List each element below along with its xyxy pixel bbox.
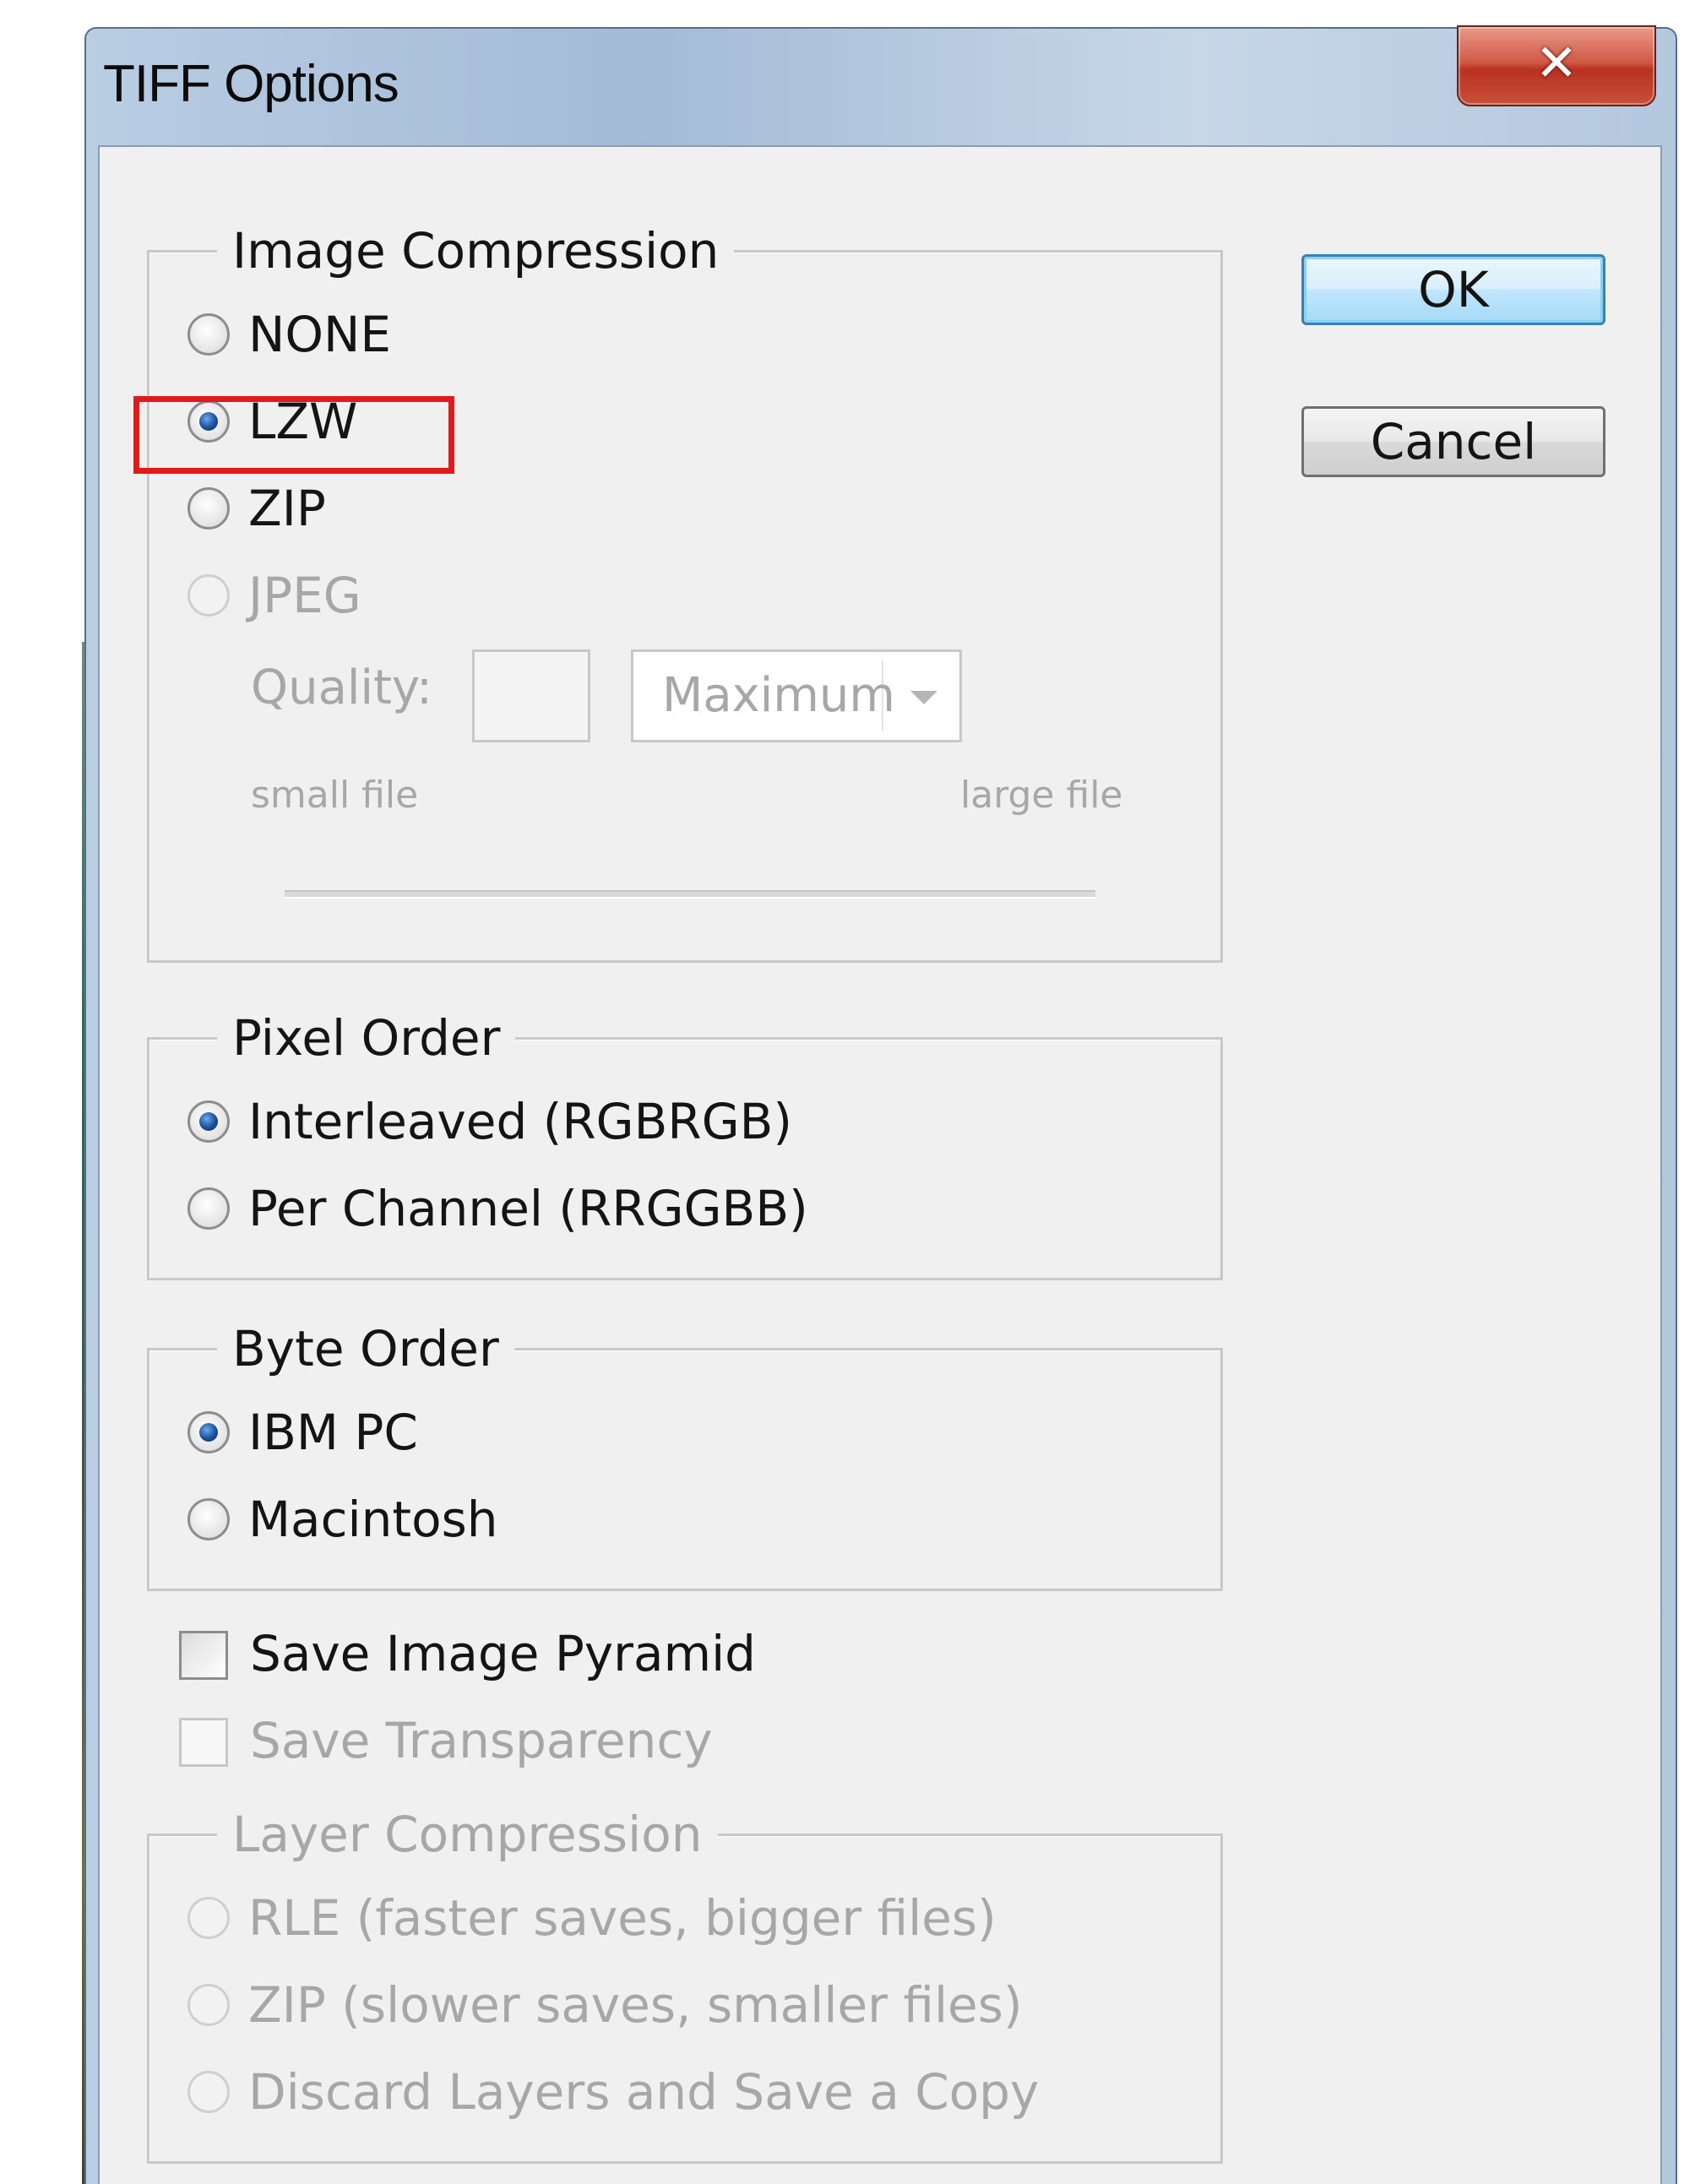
quality-preset-select: Maximum [631,649,962,742]
pixel-order-group: Pixel Order Interleaved (RGBRGB) Per Cha… [147,1011,1223,1280]
quality-slider [285,890,1095,899]
dialog-title: TIFF Options [103,55,399,113]
radio-ibm-pc-indicator [187,1411,230,1453]
radio-none[interactable]: NONE [187,306,391,363]
tiff-options-dialog: TIFF Options ✕ Image Compression NONE LZ… [84,25,1677,2184]
radio-interleaved-indicator [187,1100,230,1143]
close-button[interactable]: ✕ [1457,25,1656,106]
pixel-order-legend: Pixel Order [217,1011,516,1065]
dialog-body: Image Compression NONE LZW ZIP JPEG Qual… [98,145,1662,2184]
radio-none-indicator [187,313,230,356]
radio-zip-label: ZIP [248,480,326,537]
quality-input [472,649,590,742]
radio-per-channel-label: Per Channel (RRGGBB) [248,1180,808,1237]
radio-jpeg: JPEG [187,567,361,624]
radio-jpeg-indicator [187,574,230,617]
quality-preset-value: Maximum [642,660,895,731]
radio-per-channel-indicator [187,1187,230,1230]
radio-discard-layers: Discard Layers and Save a Copy [187,2063,1039,2121]
radio-zip-indicator [187,487,230,530]
close-icon: ✕ [1535,34,1578,93]
quality-label: Quality: [251,660,432,715]
layer-compression-legend: Layer Compression [217,1807,718,1861]
radio-macintosh-label: Macintosh [248,1491,498,1548]
image-compression-legend: Image Compression [217,224,735,278]
radio-macintosh-indicator [187,1498,230,1540]
radio-layer-zip-label: ZIP (slower saves, smaller files) [248,1976,1023,2034]
ok-button[interactable]: OK [1301,254,1605,325]
large-file-label: large file [960,774,1123,817]
save-transparency-checkbox [179,1718,228,1767]
radio-zip[interactable]: ZIP [187,480,326,537]
chevron-down-icon [910,691,937,704]
layer-compression-group: Layer Compression RLE (faster saves, big… [147,1807,1223,2164]
radio-none-label: NONE [248,306,392,363]
radio-interleaved-label: Interleaved (RGBRGB) [248,1093,793,1150]
lzw-highlight-box [133,396,454,474]
byte-order-legend: Byte Order [217,1322,514,1376]
radio-layer-zip-indicator [187,1984,230,2026]
radio-interleaved[interactable]: Interleaved (RGBRGB) [187,1093,792,1150]
radio-ibm-pc-label: IBM PC [248,1404,418,1461]
radio-jpeg-label: JPEG [248,567,361,624]
image-compression-group: Image Compression NONE LZW ZIP JPEG Qual… [147,224,1223,963]
radio-rle-indicator [187,1897,230,1939]
byte-order-group: Byte Order IBM PC Macintosh [147,1322,1223,1591]
radio-layer-zip: ZIP (slower saves, smaller files) [187,1976,1023,2034]
small-file-label: small file [251,774,419,817]
cancel-button[interactable]: Cancel [1301,406,1605,477]
save-transparency-label: Save Transparency [250,1712,713,1769]
radio-per-channel[interactable]: Per Channel (RRGGBB) [187,1180,808,1237]
radio-discard-layers-label: Discard Layers and Save a Copy [248,2063,1040,2121]
radio-rle-label: RLE (faster saves, bigger files) [248,1889,997,1947]
save-image-pyramid-checkbox[interactable] [179,1631,228,1680]
radio-macintosh[interactable]: Macintosh [187,1491,498,1548]
radio-rle: RLE (faster saves, bigger files) [187,1889,997,1947]
save-image-pyramid-label: Save Image Pyramid [250,1625,757,1682]
radio-discard-layers-indicator [187,2071,230,2113]
radio-ibm-pc[interactable]: IBM PC [187,1404,418,1461]
screenshot-canvas: TIFF Options ✕ Image Compression NONE LZ… [0,0,1695,2184]
